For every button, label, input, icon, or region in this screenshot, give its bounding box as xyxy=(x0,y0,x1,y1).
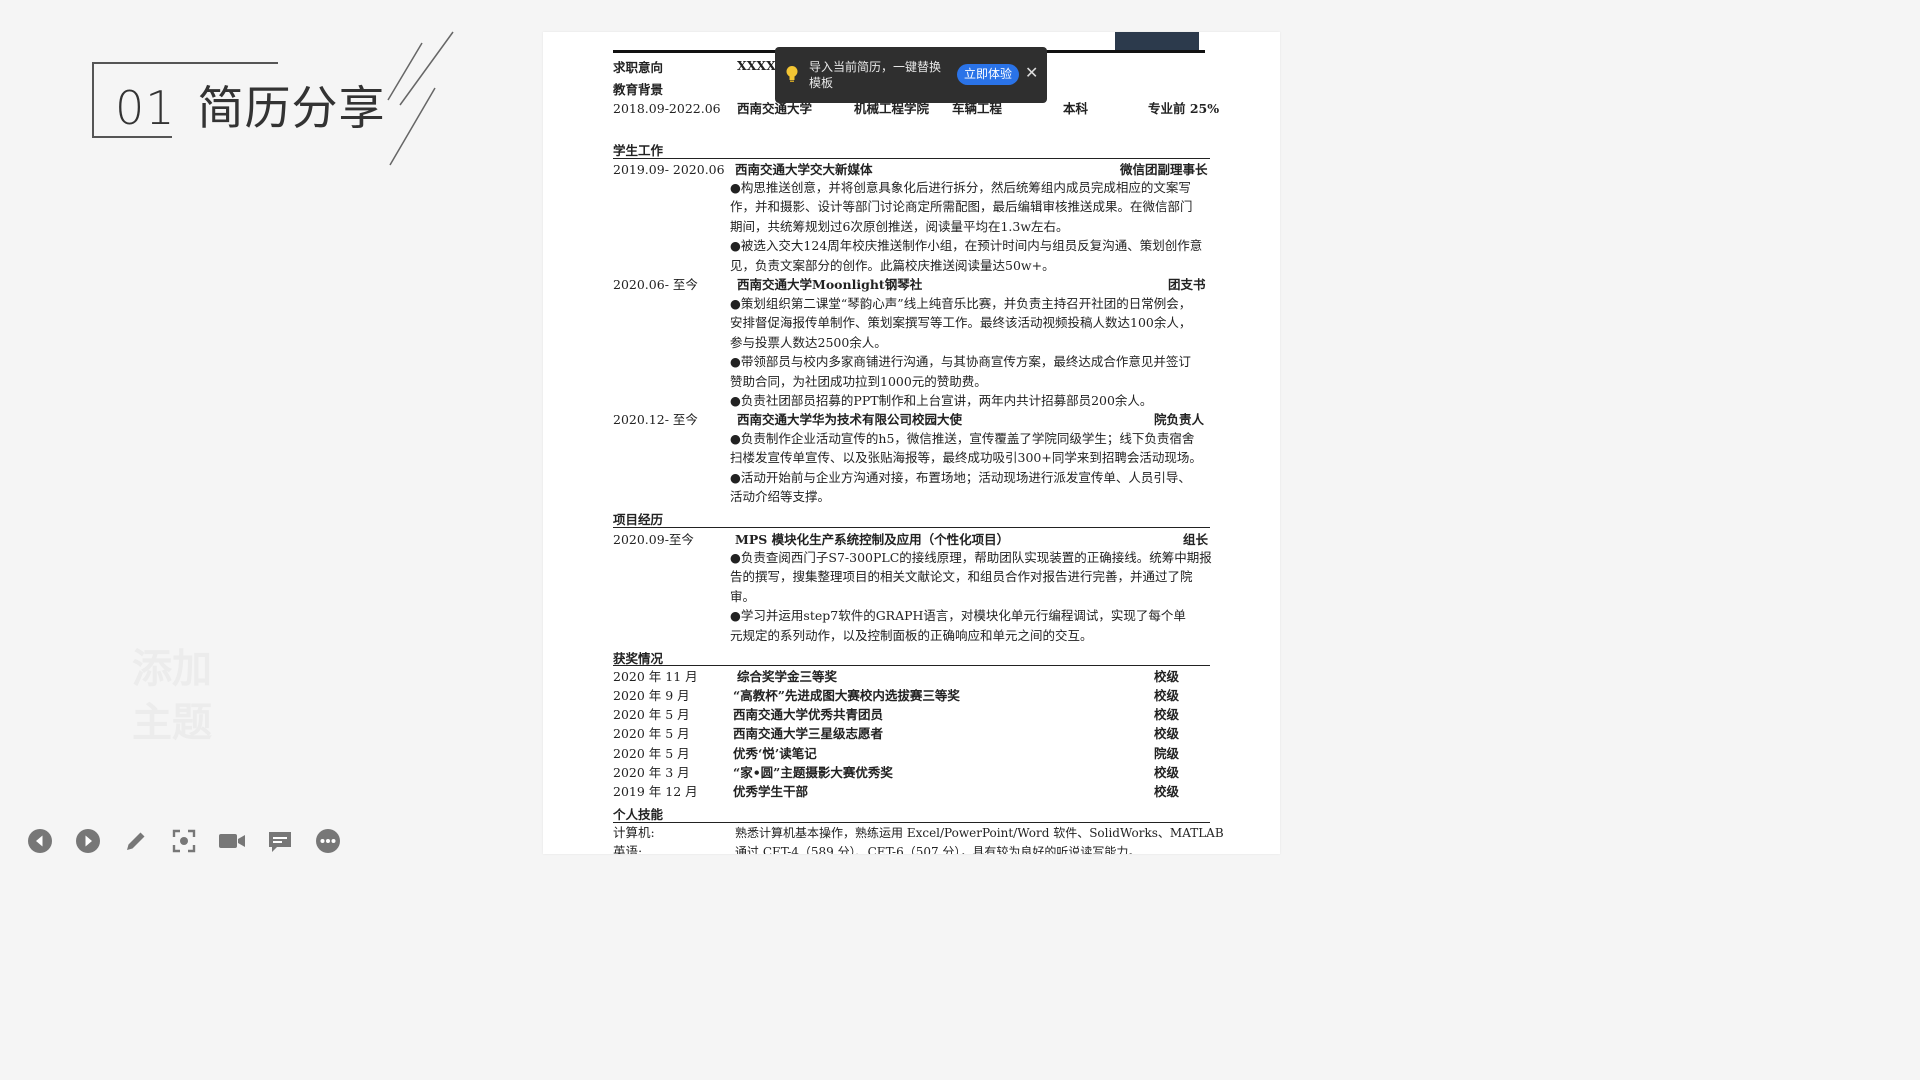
slide-title-text: 简历分享 xyxy=(197,81,386,135)
desc-line: 见，负责文案部分的创作。此篇校庆推送阅读量达50w+。 xyxy=(730,257,1055,273)
edu-rank: 专业前 25% xyxy=(1148,101,1220,116)
award-level: 校级 xyxy=(1154,669,1180,684)
desc-line: 作，并和摄影、设计等部门讨论商定所需配图，最后编辑审核推送成果。在微信部门 xyxy=(730,199,1193,215)
award-date: 2020 年 5 月 xyxy=(613,707,690,722)
section-education: 教育背景 xyxy=(613,82,664,97)
close-icon[interactable]: ✕ xyxy=(1025,63,1038,82)
award-name: 西南交通大学优秀共青团员 xyxy=(733,707,884,722)
section-rule xyxy=(613,158,1210,159)
award-level: 校级 xyxy=(1154,726,1180,741)
project-date: 2020.09-至今 xyxy=(613,532,694,547)
project-name: MPS 模块化生产系统控制及应用（个性化项目） xyxy=(735,532,1010,547)
award-name: “家•圆”主题摄影大赛优秀奖 xyxy=(733,765,893,780)
desc-line: 活动介绍等支撑。 xyxy=(730,489,831,505)
award-date: 2020 年 9 月 xyxy=(613,688,690,703)
skill-key: 计算机: xyxy=(613,825,655,840)
desc-line: 告的撰写，搜集整理项目的相关文献论文，和组员合作对报告进行完善，并通过了院 xyxy=(730,569,1193,585)
edu-degree: 本科 xyxy=(1063,101,1089,116)
award-level: 校级 xyxy=(1154,707,1180,722)
section-rule xyxy=(613,822,1210,823)
desc-line: ●学习并运用step7软件的GRAPH语言，对模块化单元行编程调试，实现了每个单 xyxy=(730,608,1186,624)
edu-college: 机械工程学院 xyxy=(854,101,930,116)
work-role: 院负责人 xyxy=(1154,412,1205,427)
section-skills: 个人技能 xyxy=(613,807,664,822)
edu-school: 西南交通大学 xyxy=(737,101,813,116)
desc-line: 期间，共统筹规划过6次原创推送，阅读量平均在1.3w左右。 xyxy=(730,218,1069,234)
section-intent: 求职意向 xyxy=(613,60,664,75)
play-icon[interactable] xyxy=(74,827,102,855)
award-date: 2020 年 11 月 xyxy=(613,669,698,684)
work-desc: ●策划组织第二课堂“琴韵心声”线上纯音乐比赛，并负责主持召开社团的日常例会， 安… xyxy=(730,294,1212,410)
award-name: 优秀学生干部 xyxy=(733,784,809,799)
award-level: 校级 xyxy=(1154,765,1180,780)
desc-line: 安排督促海报传单制作、策划案撰写等工作。最终该活动视频投稿人数达100余人， xyxy=(730,315,1192,331)
award-level: 院级 xyxy=(1154,746,1180,761)
section-rule xyxy=(613,665,1210,666)
award-name: 西南交通大学三星级志愿者 xyxy=(733,726,884,741)
award-date: 2019 年 12 月 xyxy=(613,784,698,799)
photo-thumbnail xyxy=(1115,32,1199,50)
skill-key: 英语: xyxy=(613,844,643,854)
presentation-toolbar xyxy=(26,827,362,855)
project-desc: ●负责查阅西门子S7-300PLC的接线原理，帮助团队实现装置的正确接线。统筹中… xyxy=(730,548,1212,645)
desc-line: ●负责社团部员招募的PPT制作和上台宣讲，两年内共计招募部员200余人。 xyxy=(730,393,1153,409)
desc-line: ●策划组织第二课堂“琴韵心声”线上纯音乐比赛，并负责主持召开社团的日常例会， xyxy=(730,296,1192,311)
prev-icon[interactable] xyxy=(26,827,54,855)
resume-document[interactable]: 求职意向 XXXXXX 教育背景 2018.09-2022.06 西南交通大学 … xyxy=(543,32,1280,854)
section-work: 学生工作 xyxy=(613,143,664,158)
desc-line: ●被选入交大124周年校庆推送制作小组，在预计时间内与组员反复沟通、策划创作意 xyxy=(730,238,1203,254)
ghost-line-1: 添加 xyxy=(132,646,212,692)
work-org: 西南交通大学交大新媒体 xyxy=(735,162,873,177)
work-org: 西南交通大学Moonlight钢琴社 xyxy=(737,277,923,292)
award-name: “高教杯”先进成图大赛校内选拔赛三等奖 xyxy=(733,688,960,703)
desc-line: 赞助合同，为社团成功拉到1000元的赞助费。 xyxy=(730,373,987,389)
desc-line: 扫楼发宣传单宣传、以及张贴海报等，最终成功吸引300+同学来到招聘会活动现场。 xyxy=(730,450,1202,466)
award-date: 2020 年 5 月 xyxy=(613,746,690,761)
comment-icon[interactable] xyxy=(266,827,294,855)
work-org: 西南交通大学华为技术有限公司校园大使 xyxy=(737,412,963,427)
skill-value: 熟悉计算机基本操作，熟练运用 Excel/PowerPoint/Word 软件、… xyxy=(735,826,1224,840)
desc-line: ●负责制作企业活动宣传的h5，微信推送，宣传覆盖了学院同级学生；线下负责宿舍 xyxy=(730,431,1195,446)
work-date: 2020.06- 至今 xyxy=(613,277,698,292)
award-name: 综合奖学金三等奖 xyxy=(737,669,838,684)
desc-line: ●构思推送创意，并将创意具象化后进行拆分，然后统筹组内成员完成相应的文案写 xyxy=(730,180,1191,195)
screenshot-icon[interactable] xyxy=(170,827,198,855)
try-now-button[interactable]: 立即体验 xyxy=(957,64,1020,85)
section-rule xyxy=(613,527,1210,528)
desc-line: 参与投票人数达2500余人。 xyxy=(730,334,887,350)
section-projects: 项目经历 xyxy=(613,512,664,527)
award-level: 校级 xyxy=(1154,688,1180,703)
camera-icon[interactable] xyxy=(218,827,246,855)
more-icon[interactable] xyxy=(314,827,342,855)
slide-number: 01 xyxy=(115,81,176,135)
desc-line: 元规定的系列动作，以及控制面板的正确响应和单元之间的交互。 xyxy=(730,627,1093,643)
ghost-line-2: 主题 xyxy=(132,700,212,746)
work-role: 团支书 xyxy=(1168,277,1206,292)
ghost-placeholder: 添加 主题 xyxy=(132,642,212,750)
edu-major: 车辆工程 xyxy=(952,101,1003,116)
work-date: 2019.09- 2020.06 xyxy=(613,162,725,177)
lightbulb-icon xyxy=(785,65,799,86)
edu-date: 2018.09-2022.06 xyxy=(613,101,721,116)
desc-line: ●负责查阅西门子S7-300PLC的接线原理，帮助团队实现装置的正确接线。统筹中… xyxy=(730,550,1212,565)
tooltip-message: 导入当前简历，一键替换模板 xyxy=(809,60,942,90)
work-desc: ●构思推送创意，并将创意具象化后进行拆分，然后统筹组内成员完成相应的文案写 作，… xyxy=(730,178,1212,275)
desc-line: 审。 xyxy=(730,588,756,604)
skill-value: 通过 CET-4（589 分）、CET-6（507 分），具有较为良好的听说读写… xyxy=(735,845,1141,854)
import-tooltip: 导入当前简历，一键替换模板 立即体验 ✕ xyxy=(775,47,1047,103)
pen-icon[interactable] xyxy=(122,827,150,855)
work-role: 微信团副理事长 xyxy=(1120,162,1208,177)
project-role: 组长 xyxy=(1183,532,1209,547)
award-date: 2020 年 5 月 xyxy=(613,726,690,741)
work-date: 2020.12- 至今 xyxy=(613,412,698,427)
work-desc: ●负责制作企业活动宣传的h5，微信推送，宣传覆盖了学院同级学生；线下负责宿舍 扫… xyxy=(730,429,1212,507)
slide-title: 01 简历分享 xyxy=(115,72,386,138)
award-name: 优秀‘悦’读笔记 xyxy=(733,746,817,761)
desc-line: ●带领部员与校内多家商铺进行沟通，与其协商宣传方案，最终达成合作意见并签订 xyxy=(730,354,1191,370)
award-date: 2020 年 3 月 xyxy=(613,765,690,780)
award-level: 校级 xyxy=(1154,784,1180,799)
decorative-slashes xyxy=(387,31,454,166)
desc-line: ●活动开始前与企业方沟通对接，布置场地；活动现场进行派发宣传单、人员引导、 xyxy=(730,469,1191,485)
